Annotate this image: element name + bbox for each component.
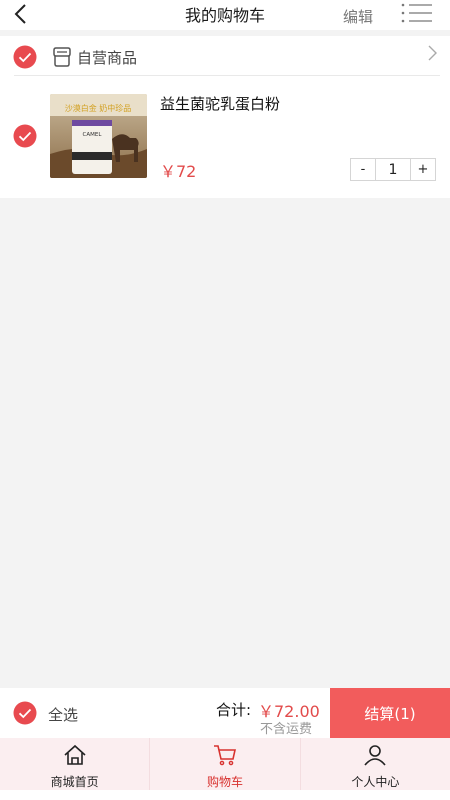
checkout-button[interactable]: 结算(1) [330, 688, 450, 738]
cart-icon [213, 744, 237, 770]
tab-label: 商城首页 [50, 775, 99, 789]
header-bar: 我的购物车 编辑 [0, 0, 450, 30]
divider [14, 75, 440, 76]
increment-button[interactable]: + [411, 159, 435, 180]
item-checkbox[interactable] [13, 124, 37, 148]
tab-label: 个人中心 [351, 775, 400, 789]
quantity-value[interactable]: 1 [375, 159, 411, 180]
list-menu-icon[interactable] [400, 2, 434, 24]
product-image[interactable]: 沙漠白金 奶中珍品 CAMEL [50, 94, 147, 178]
user-icon [363, 744, 387, 770]
product-image-brand: CAMEL [83, 132, 103, 138]
tab-label: 购物车 [206, 775, 243, 789]
shop-row: 自营商品 [0, 36, 450, 76]
shop-name: 自营商品 [77, 49, 138, 67]
shipping-note: 不含运费 [260, 722, 313, 737]
product-name[interactable]: 益生菌驼乳蛋白粉 [160, 93, 280, 114]
bottom-tab-bar: 商城首页 购物车 个人中心 [0, 738, 450, 790]
tab-profile[interactable]: 个人中心 [299, 738, 450, 790]
product-image-caption: 沙漠白金 奶中珍品 [65, 103, 132, 113]
product-price: ￥72 [160, 162, 197, 181]
tab-cart[interactable]: 购物车 [149, 738, 299, 790]
select-all-label[interactable]: 全选 [48, 704, 78, 725]
bottom-safe-area [0, 790, 450, 800]
page-title: 我的购物车 [184, 6, 265, 25]
chevron-right-icon[interactable] [425, 45, 439, 61]
home-icon [63, 744, 87, 770]
shop-checkbox[interactable] [13, 45, 37, 69]
quantity-stepper: - 1 + [350, 158, 436, 181]
select-all-checkbox[interactable] [13, 701, 37, 725]
decrement-button[interactable]: - [351, 159, 375, 180]
tab-home[interactable]: 商城首页 [0, 738, 149, 790]
store-icon [51, 47, 73, 67]
total-label: 合计: [216, 701, 252, 719]
cart-group-card: 自营商品 沙漠白金 奶中珍品 CAMEL 益生菌驼乳蛋白粉 ￥72 - 1 + [0, 36, 450, 198]
edit-button[interactable]: 编辑 [343, 6, 373, 27]
checkout-bar: 全选 合计: ￥72.00 不含运费 结算(1) [0, 688, 450, 738]
